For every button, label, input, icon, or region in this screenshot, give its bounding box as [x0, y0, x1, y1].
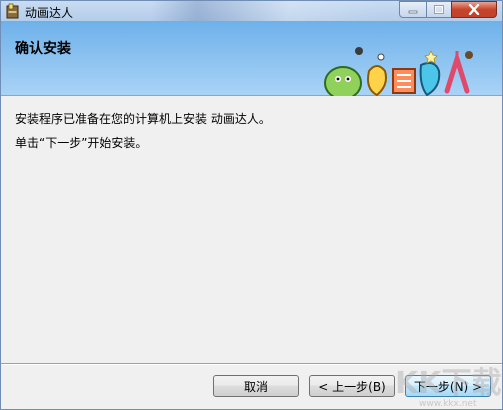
install-instruction: 单击“下一步”开始安装。 [15, 136, 148, 150]
title-bar[interactable]: 动画达人 [1, 1, 502, 21]
content-area: 安装程序已准备在您的计算机上安装 动画达人。 单击“下一步”开始安装。 [1, 96, 502, 356]
next-button[interactable]: 下一步(N) > [405, 375, 491, 397]
title-bar-background-deco [151, 1, 381, 21]
installer-app-icon [6, 3, 19, 19]
maximize-icon [434, 5, 444, 14]
window-title: 动画达人 [25, 6, 74, 20]
watermark-url: www.kkx.net [419, 399, 477, 409]
header-banner: 确认安装 [1, 21, 502, 100]
minimize-icon [408, 10, 418, 13]
close-button[interactable] [451, 1, 497, 18]
footer-separator [1, 363, 502, 365]
maximize-button[interactable] [426, 1, 452, 18]
install-ready-message: 安装程序已准备在您的计算机上安装 动画达人。 [15, 112, 271, 126]
cancel-button[interactable]: 取消 [213, 375, 299, 397]
page-title: 确认安装 [15, 41, 71, 57]
minimize-button[interactable] [399, 1, 427, 18]
close-icon [468, 4, 480, 15]
back-button[interactable]: < 上一步(B) [309, 375, 395, 397]
installer-window: 动画达人 确认安装 安装程序已准备在您的计算机上安装 动画达人。 单击“下一步”… [0, 0, 503, 410]
